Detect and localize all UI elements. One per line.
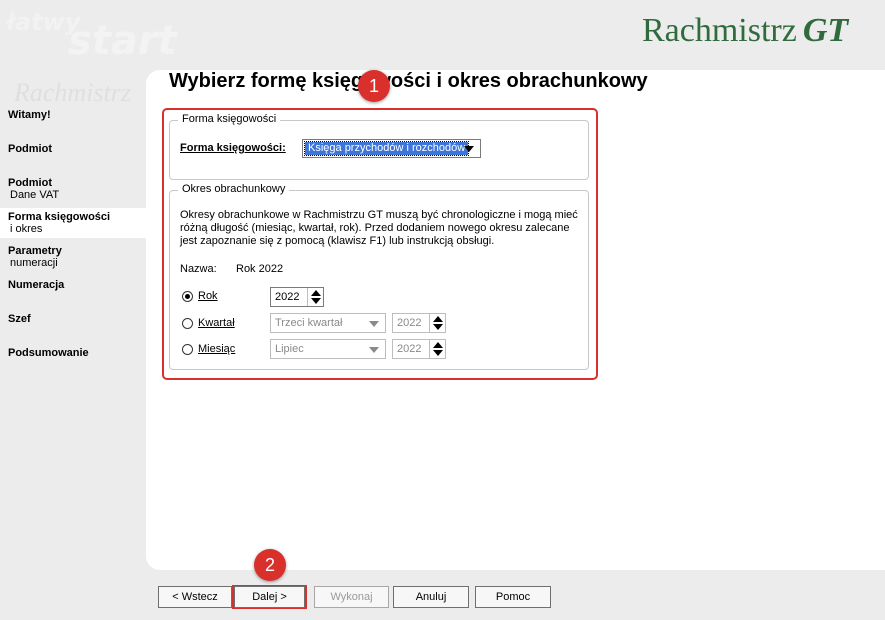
arrow-down-icon — [311, 298, 321, 304]
sidebar-item-sublabel: Dane VAT — [10, 189, 60, 201]
okres-obrachunkowy-group: Okres obrachunkowy Okresy obrachunkowe w… — [169, 183, 589, 370]
next-button[interactable]: Dalej > — [234, 586, 305, 608]
miesiac-year-spinner[interactable]: 2022 — [392, 339, 446, 359]
forma-ksiegowosci-group: Forma księgowości Forma księgowości: Ksi… — [169, 113, 589, 180]
logo-text: Rachmistrz — [642, 12, 797, 49]
kwartal-label-text: Kwartał — [198, 317, 235, 329]
arrow-up-icon — [433, 316, 443, 322]
spinner-buttons[interactable] — [429, 340, 445, 358]
spinner-value: 2022 — [397, 343, 422, 355]
select-value: Lipiec — [275, 343, 304, 355]
spinner-value: 2022 — [397, 317, 422, 329]
step-badge-1: 1 — [358, 70, 390, 102]
back-button[interactable]: < Wstecz — [158, 586, 232, 608]
selected-value: Księga przychodów i rozchodów — [303, 141, 470, 156]
arrow-down-icon — [433, 350, 443, 356]
sidebar-item-label: Witamy! — [8, 109, 51, 121]
sidebar-item-witamy[interactable]: Witamy! — [0, 109, 146, 121]
execute-button[interactable]: Wykonaj — [314, 586, 389, 608]
nazwa-value: Rok 2022 — [236, 263, 284, 275]
group-legend: Forma księgowości — [178, 113, 281, 125]
spinner-buttons[interactable] — [307, 288, 323, 306]
sidebar-item-label: Podmiot — [8, 177, 52, 189]
sidebar-item-numeracja[interactable]: Numeracja — [0, 279, 146, 291]
sidebar-item-sublabel: i okres — [10, 223, 43, 235]
forma-ksiegowosci-label: Forma księgowości: — [180, 142, 286, 154]
chevron-down-icon — [369, 321, 379, 327]
page-title: Wybierz formę księgowości i okres obrach… — [169, 70, 648, 92]
rok-radio[interactable] — [182, 291, 193, 302]
sidebar-item-label: Podsumowanie — [8, 347, 89, 359]
spinner-value: 2022 — [275, 291, 300, 303]
okres-description: Okresy obrachunkowe w Rachmistrzu GT mus… — [180, 209, 578, 247]
sidebar-item-parametry[interactable]: Parametry numeracji — [0, 245, 146, 269]
sidebar-item-podmiot[interactable]: Podmiot — [0, 143, 146, 155]
sidebar-item-podsumowanie[interactable]: Podsumowanie — [0, 347, 146, 359]
arrow-up-icon — [311, 290, 321, 296]
nazwa-label: Nazwa: — [180, 263, 217, 275]
rok-year-spinner[interactable]: 2022 — [270, 287, 324, 307]
select-value: Trzeci kwartał — [275, 317, 343, 329]
step-badge-2: 2 — [254, 549, 286, 581]
group-legend: Okres obrachunkowy — [178, 183, 290, 195]
logo-gt: GT — [802, 12, 849, 49]
chevron-down-icon — [464, 146, 474, 152]
miesiac-label: Miesiąc — [198, 343, 235, 355]
kwartal-radio[interactable] — [182, 318, 193, 329]
watermark-rachmistrz: Rachmistrz — [14, 78, 131, 107]
main-panel: Wybierz formę księgowości i okres obrach… — [146, 70, 885, 570]
chevron-down-icon — [369, 347, 379, 353]
sidebar-item-forma-ksiegowosci[interactable]: Forma księgowości i okres — [0, 208, 146, 238]
cancel-button[interactable]: Anuluj — [393, 586, 469, 608]
kwartal-year-spinner[interactable]: 2022 — [392, 313, 446, 333]
miesiac-label-text: Miesiąc — [198, 343, 236, 355]
help-button[interactable]: Pomoc — [475, 586, 551, 608]
sidebar-item-sublabel: numeracji — [10, 257, 58, 269]
watermark-start: start — [68, 18, 177, 64]
sidebar-item-label: Podmiot — [8, 143, 52, 155]
arrow-up-icon — [433, 342, 443, 348]
forma-ksiegowosci-select[interactable]: Księga przychodów i rozchodów — [302, 139, 481, 158]
sidebar-item-label: Numeracja — [8, 279, 65, 291]
app-logo: Rachmistrz GT — [642, 12, 848, 50]
rok-label: Rok — [198, 290, 218, 302]
sidebar-item-label: Parametry — [8, 245, 62, 257]
sidebar-item-label: Forma księgowości — [8, 211, 111, 223]
miesiac-radio[interactable] — [182, 344, 193, 355]
spinner-buttons[interactable] — [429, 314, 445, 332]
sidebar-item-szef[interactable]: Szef — [0, 313, 146, 325]
sidebar-item-label: Szef — [8, 313, 31, 325]
rok-label-text: Rok — [198, 290, 218, 302]
arrow-down-icon — [433, 324, 443, 330]
sidebar-item-podmiot-vat[interactable]: Podmiot Dane VAT — [0, 177, 146, 201]
miesiac-select[interactable]: Lipiec — [270, 339, 386, 359]
kwartal-select[interactable]: Trzeci kwartał — [270, 313, 386, 333]
kwartal-label: Kwartał — [198, 317, 235, 329]
